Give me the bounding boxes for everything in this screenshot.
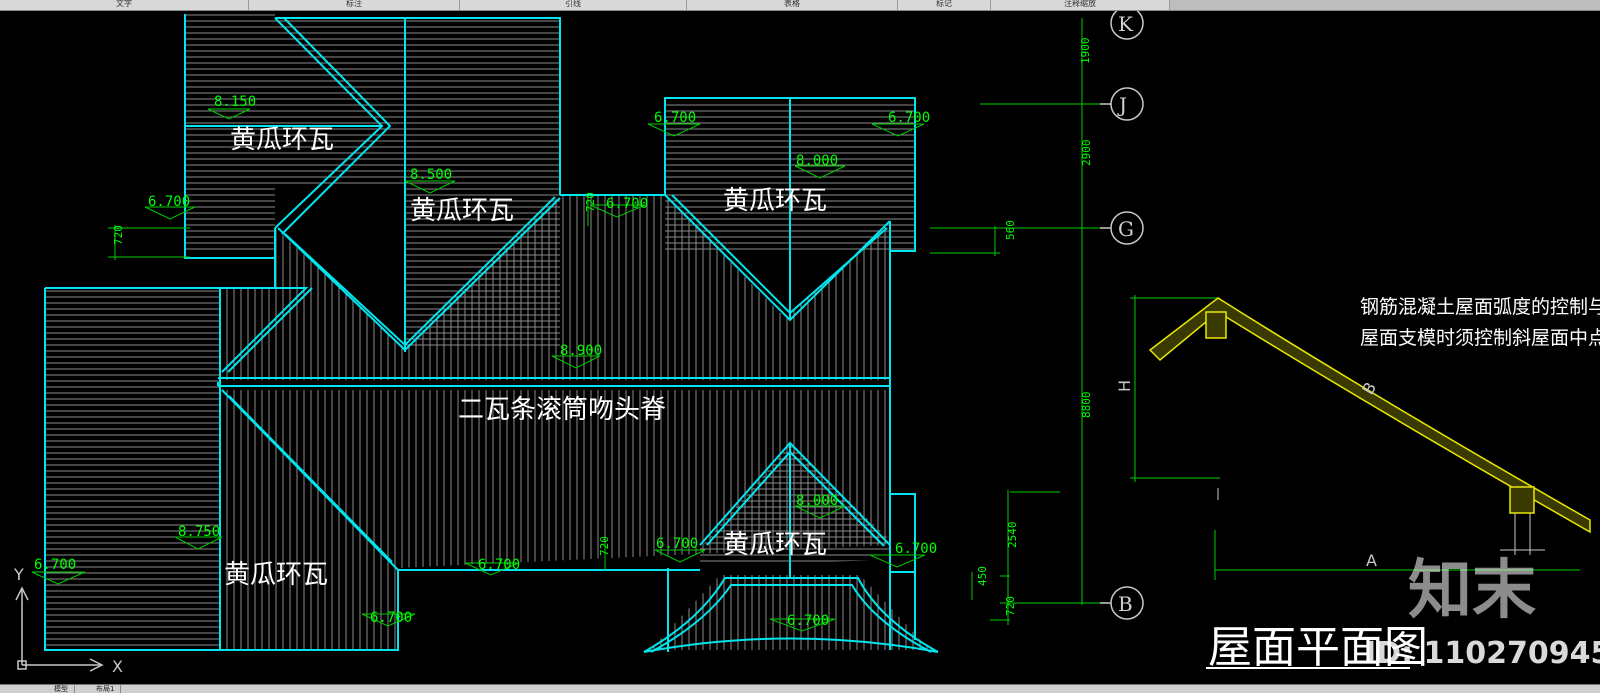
dimension-label: 720 [1004,596,1017,616]
toolbar-field-dimension[interactable]: 标注 [249,0,460,10]
dimension-label: 720 [112,225,125,245]
axis-dimension-label: 8800 [1080,392,1093,419]
tile-label: 黄瓜环瓦 [723,186,827,216]
elevation-label: 6.700 [478,557,520,573]
toolbar-field-mark[interactable]: 标记 [898,0,991,10]
axis-label-b: B [1118,592,1133,616]
cad-drawing-canvas[interactable]: K J G B 钢筋混凝土屋面弧度的控制与 屋面支模时须控制斜屋面中点 H A … [0,11,1600,683]
toolbar-field-leader[interactable]: 引线 [460,0,687,10]
dimension-label: 720 [598,536,611,556]
elevation-label: 6.700 [787,613,829,629]
toolbar-field-text[interactable]: 文字 [0,0,249,10]
toolbar-scrollbar[interactable] [1170,0,1600,10]
top-toolbar: 文字 标注 引线 表格 标记 注释缩放 [0,0,1600,11]
toolbar-field-annotation-scale[interactable]: 注释缩放 [991,0,1170,10]
elevation-label: 8.000 [796,153,838,169]
watermark-id: ID: 1102709452 [1365,636,1600,671]
elevation-label: 6.700 [656,536,698,552]
ridge-label: 二瓦条滚筒吻头脊 [458,395,666,425]
elevation-label: 6.700 [34,557,76,573]
elevation-label: 6.700 [606,196,648,212]
dimension-label: 720 [584,192,597,212]
toolbar-field-table[interactable]: 表格 [687,0,898,10]
watermark-logo: 知末 [1408,554,1536,628]
axis-label-k: K [1118,12,1134,36]
elevation-label: 8.000 [796,493,838,509]
elevation-label: 6.700 [370,610,412,626]
tile-label: 黄瓜环瓦 [410,196,514,226]
tile-label: 黄瓜环瓦 [224,560,328,590]
elevation-label: 6.700 [895,541,937,557]
axis-label-j: J [1117,93,1127,117]
elevation-label: 6.700 [888,110,930,126]
section-note-line-2: 屋面支模时须控制斜屋面中点 [1360,327,1600,349]
elevation-label: 8.150 [214,94,256,110]
elevation-label: 8.500 [410,167,452,183]
elevation-label: 6.700 [148,194,190,210]
axis-label-g: G [1118,217,1134,241]
axis-dimension-label: 2900 [1080,140,1093,167]
tile-label: 黄瓜环瓦 [230,125,334,155]
axis-dimension-label: 1900 [1079,38,1092,65]
elevation-label: 6.700 [654,110,696,126]
section-note-line-1: 钢筋混凝土屋面弧度的控制与 [1360,296,1600,318]
ucs-label-x: X [112,657,123,676]
axis-dimension-label: 2540 [1006,522,1019,549]
dimension-label: 560 [1004,220,1017,240]
tile-label: 黄瓜环瓦 [723,530,827,560]
section-dim-h: H [1115,380,1134,392]
dimension-label: 450 [976,566,989,586]
elevation-label: 8.900 [560,343,602,359]
elevation-label: 8.750 [178,524,220,540]
ucs-label-y: Y [13,565,24,584]
section-dim-a: A [1366,551,1377,570]
